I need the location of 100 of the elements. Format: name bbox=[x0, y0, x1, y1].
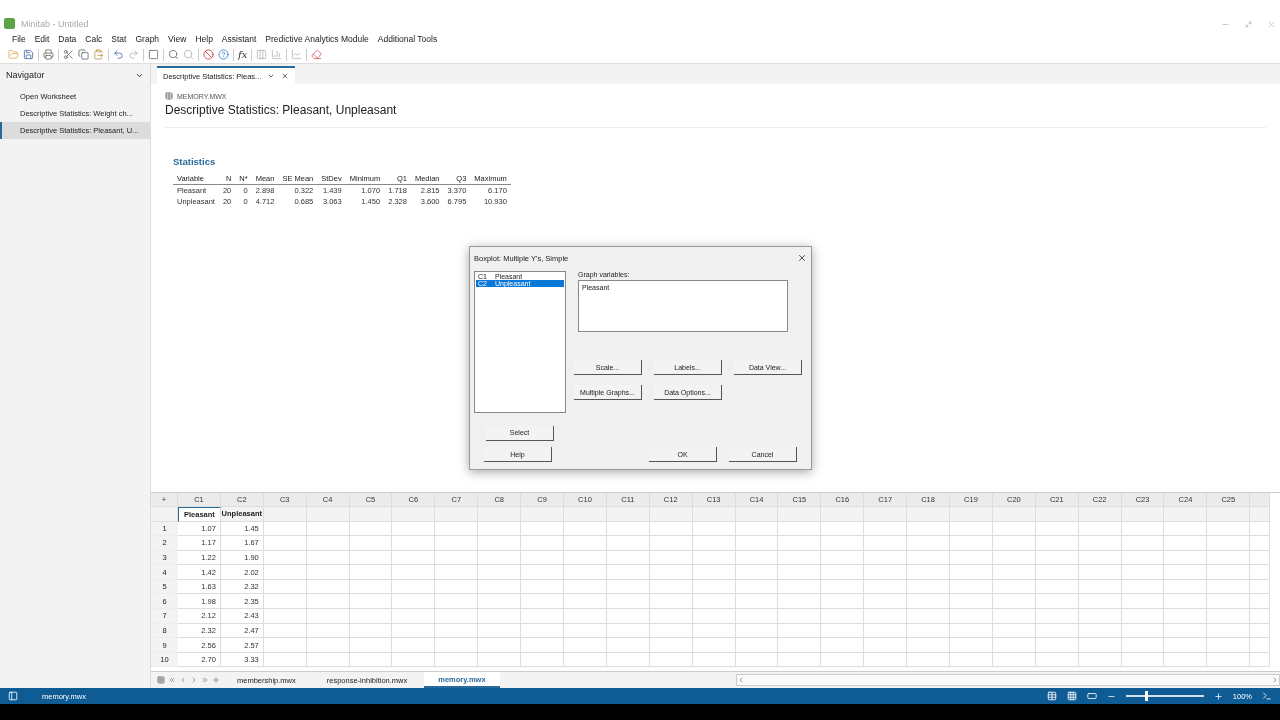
table-cell[interactable] bbox=[392, 565, 436, 580]
table-cell[interactable] bbox=[1250, 609, 1271, 624]
table-cell[interactable] bbox=[392, 521, 436, 537]
table-cell[interactable] bbox=[521, 609, 564, 624]
column-name-cell[interactable] bbox=[606, 507, 650, 522]
table-cell[interactable] bbox=[950, 565, 993, 580]
column-header[interactable] bbox=[1250, 493, 1271, 507]
panel-icon[interactable] bbox=[8, 691, 18, 701]
table-cell[interactable] bbox=[907, 536, 951, 551]
table-cell[interactable] bbox=[907, 579, 951, 595]
table-cell[interactable] bbox=[692, 521, 736, 537]
table-cell[interactable] bbox=[778, 579, 822, 595]
last-icon[interactable] bbox=[201, 676, 209, 684]
table-cell[interactable] bbox=[435, 536, 479, 551]
table-cell[interactable] bbox=[1207, 652, 1251, 668]
table-cell[interactable] bbox=[263, 594, 307, 610]
table-cell[interactable] bbox=[478, 579, 522, 595]
next-icon[interactable] bbox=[190, 676, 198, 684]
table-cell[interactable] bbox=[1250, 623, 1271, 639]
table-cell[interactable] bbox=[564, 521, 607, 537]
table-cell[interactable] bbox=[864, 579, 908, 595]
stop-icon[interactable] bbox=[203, 49, 214, 60]
menu-item[interactable]: View bbox=[168, 34, 187, 44]
table-cell[interactable] bbox=[864, 638, 908, 653]
table-cell[interactable] bbox=[306, 638, 350, 653]
worksheet-view-icon[interactable] bbox=[1046, 691, 1057, 701]
table-cell[interactable] bbox=[1078, 638, 1122, 653]
table-cell[interactable] bbox=[1121, 565, 1165, 580]
column-name-cell[interactable] bbox=[821, 507, 865, 522]
table-cell[interactable] bbox=[992, 565, 1036, 580]
table-cell[interactable] bbox=[306, 521, 350, 537]
table-cell[interactable] bbox=[692, 609, 736, 624]
table-cell[interactable] bbox=[1121, 550, 1165, 566]
table-cell[interactable] bbox=[1035, 594, 1079, 610]
column-name-cell[interactable] bbox=[306, 507, 350, 522]
table-cell[interactable] bbox=[907, 609, 951, 624]
table-cell[interactable] bbox=[992, 536, 1036, 551]
table-cell[interactable] bbox=[263, 565, 307, 580]
table-cell[interactable] bbox=[950, 609, 993, 624]
column-name-cell[interactable] bbox=[1078, 507, 1122, 522]
bar-chart-icon[interactable] bbox=[271, 49, 283, 60]
column-name-cell[interactable] bbox=[1121, 507, 1165, 522]
table-cell[interactable] bbox=[392, 594, 436, 610]
menu-item[interactable]: Calc bbox=[85, 34, 103, 44]
table-cell[interactable] bbox=[1207, 638, 1251, 653]
menu-item[interactable]: Edit bbox=[34, 34, 50, 44]
table-cell[interactable] bbox=[1207, 536, 1251, 551]
table-cell[interactable] bbox=[306, 536, 350, 551]
table-cell[interactable] bbox=[1207, 521, 1251, 537]
table-cell[interactable] bbox=[306, 579, 350, 595]
table-cell[interactable] bbox=[1035, 579, 1079, 595]
table-cell[interactable] bbox=[478, 594, 522, 610]
menu-item[interactable]: Graph bbox=[135, 34, 160, 44]
scroll-right-icon[interactable] bbox=[1271, 676, 1279, 684]
column-name-cell[interactable] bbox=[478, 507, 522, 522]
dropdown-icon[interactable] bbox=[267, 72, 276, 80]
table-cell[interactable] bbox=[778, 609, 822, 624]
table-cell[interactable] bbox=[950, 594, 993, 610]
table-cell[interactable] bbox=[564, 579, 607, 595]
menu-item[interactable]: File bbox=[12, 34, 26, 44]
column-name-cell[interactable] bbox=[263, 507, 307, 522]
table-cell[interactable] bbox=[992, 521, 1036, 537]
table-cell[interactable] bbox=[907, 565, 951, 580]
menu-item[interactable]: Data bbox=[58, 34, 77, 44]
table-cell[interactable] bbox=[1035, 652, 1079, 668]
line-chart-icon[interactable] bbox=[291, 49, 303, 60]
column-name-cell[interactable] bbox=[907, 507, 951, 522]
table-cell[interactable] bbox=[1078, 550, 1122, 566]
table-cell[interactable] bbox=[606, 550, 650, 566]
column-name-cell[interactable] bbox=[864, 507, 908, 522]
printer-icon[interactable] bbox=[43, 49, 54, 60]
table-cell[interactable] bbox=[263, 623, 307, 639]
table-cell[interactable] bbox=[1207, 594, 1251, 610]
table-cell[interactable] bbox=[864, 536, 908, 551]
table-cell[interactable] bbox=[950, 652, 993, 668]
table-cell[interactable] bbox=[1164, 594, 1208, 610]
table-cell[interactable] bbox=[478, 623, 522, 639]
table-cell[interactable] bbox=[1078, 594, 1122, 610]
table-cell[interactable] bbox=[1250, 550, 1271, 566]
table-cell[interactable] bbox=[735, 609, 779, 624]
table-cell[interactable] bbox=[263, 521, 307, 537]
table-cell[interactable] bbox=[649, 623, 693, 639]
table-cell[interactable] bbox=[478, 521, 522, 537]
table-cell[interactable] bbox=[649, 579, 693, 595]
table-cell[interactable] bbox=[564, 609, 607, 624]
table-cell[interactable] bbox=[1164, 536, 1208, 551]
table-cell[interactable] bbox=[1164, 609, 1208, 624]
table-cell[interactable] bbox=[649, 594, 693, 610]
menu-item[interactable]: Additional Tools bbox=[377, 34, 438, 44]
table-cell[interactable] bbox=[735, 652, 779, 668]
table-cell[interactable] bbox=[950, 536, 993, 551]
table-cell[interactable] bbox=[349, 521, 393, 537]
help-icon[interactable] bbox=[218, 49, 229, 60]
table-cell[interactable] bbox=[1164, 652, 1208, 668]
table-cell[interactable] bbox=[778, 638, 822, 653]
window-icon[interactable] bbox=[148, 49, 159, 60]
table-cell[interactable] bbox=[1164, 550, 1208, 566]
column-name-cell[interactable] bbox=[392, 507, 436, 522]
table-cell[interactable] bbox=[692, 623, 736, 639]
table-cell[interactable] bbox=[564, 594, 607, 610]
